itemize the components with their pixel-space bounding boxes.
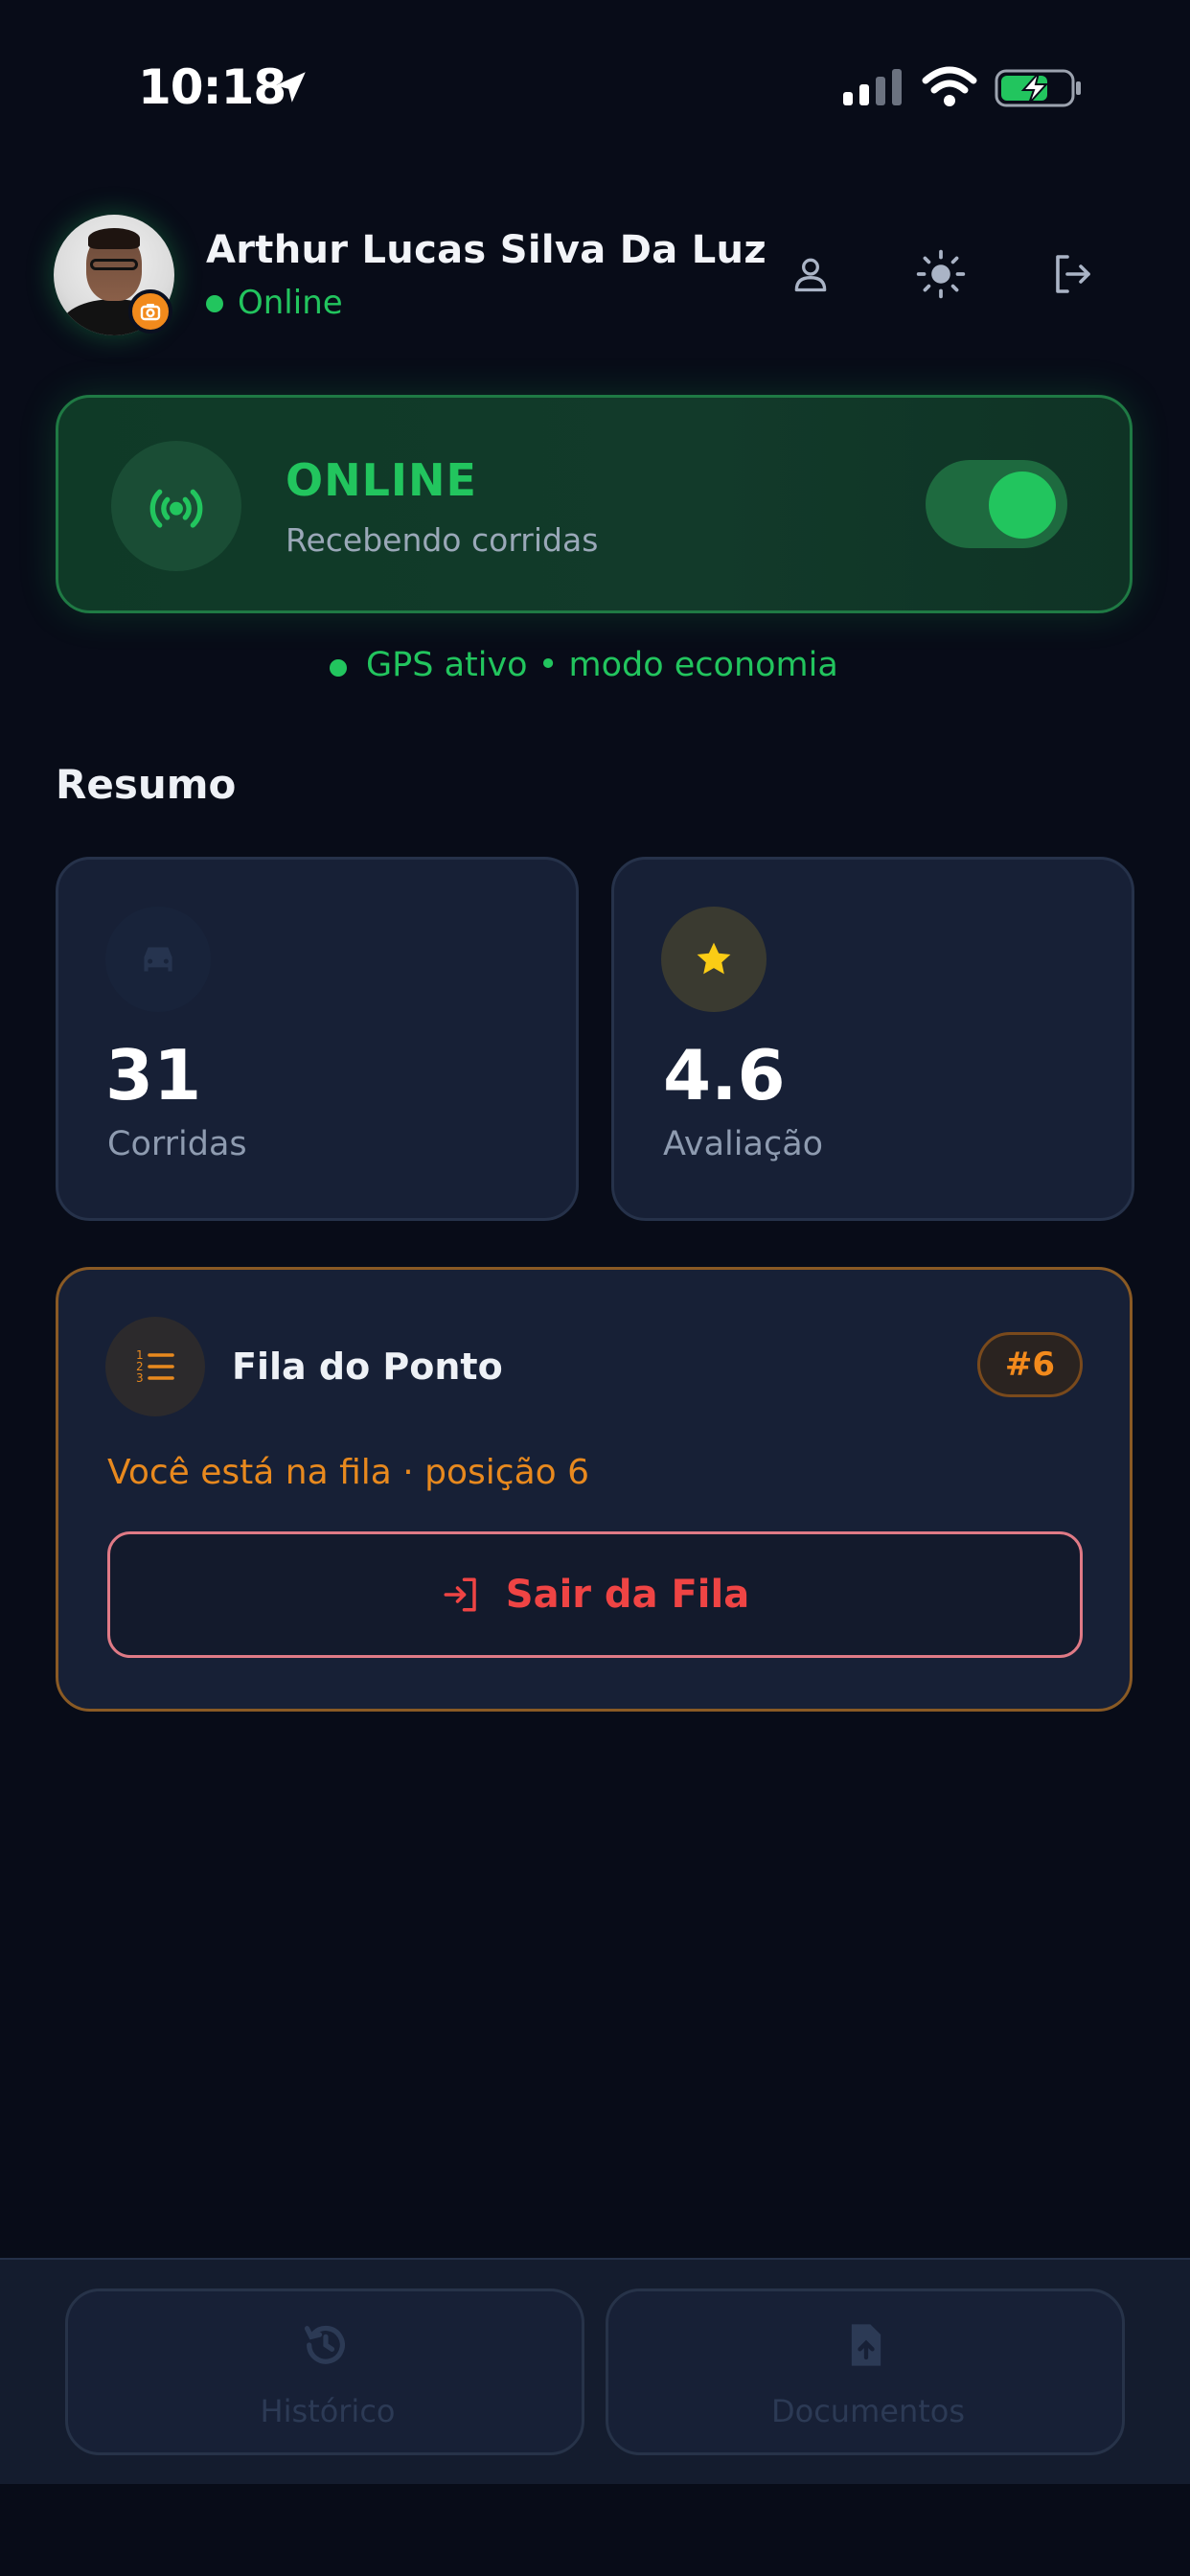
- history-label: Histórico: [260, 2393, 396, 2429]
- profile-icon[interactable]: [784, 247, 837, 301]
- logout-icon[interactable]: [1044, 247, 1098, 301]
- rating-label: Avaliação: [663, 1125, 824, 1163]
- gps-status-text: GPS ativo • modo economia: [366, 646, 838, 684]
- history-nav-button[interactable]: Histórico: [65, 2288, 584, 2455]
- home-indicator-area: [0, 2484, 1190, 2576]
- gps-status-dot: [330, 659, 347, 677]
- user-status: Online: [238, 284, 343, 322]
- numbered-list-icon: 1 2 3: [105, 1317, 205, 1416]
- queue-status-text: Você está na fila · posição 6: [107, 1453, 590, 1492]
- rating-value: 4.6: [663, 1035, 786, 1116]
- star-icon: [661, 907, 767, 1012]
- status-time: 10:18: [138, 59, 286, 115]
- battery-charging-icon: [995, 69, 1081, 107]
- cellular-signal-icon: [843, 69, 902, 105]
- online-title: ONLINE: [286, 454, 477, 506]
- toggle-knob: [989, 472, 1056, 539]
- queue-position-badge: #6: [977, 1332, 1083, 1397]
- summary-title: Resumo: [56, 761, 237, 808]
- online-status-dot: [206, 295, 223, 312]
- history-icon: [304, 2325, 345, 2364]
- car-icon: [105, 907, 211, 1012]
- leave-queue-label: Sair da Fila: [505, 1573, 750, 1617]
- user-name: Arthur Lucas Silva Da Luz: [206, 228, 767, 272]
- rides-count: 31: [105, 1035, 202, 1116]
- online-subtitle: Recebendo corridas: [286, 521, 599, 559]
- theme-sun-icon[interactable]: [914, 247, 968, 301]
- documents-nav-button[interactable]: Documentos: [606, 2288, 1125, 2455]
- wifi-icon: [922, 66, 977, 106]
- change-photo-camera-icon[interactable]: [128, 289, 172, 334]
- svg-text:3: 3: [136, 1371, 144, 1385]
- rides-label: Corridas: [107, 1125, 247, 1163]
- exit-queue-icon: [444, 1577, 476, 1612]
- location-arrow-icon: [275, 72, 306, 103]
- broadcast-signal-icon: [111, 441, 241, 571]
- queue-title: Fila do Ponto: [232, 1346, 503, 1388]
- documents-label: Documentos: [770, 2393, 966, 2429]
- leave-queue-button[interactable]: Sair da Fila: [107, 1531, 1083, 1658]
- document-upload-icon: [851, 2324, 881, 2366]
